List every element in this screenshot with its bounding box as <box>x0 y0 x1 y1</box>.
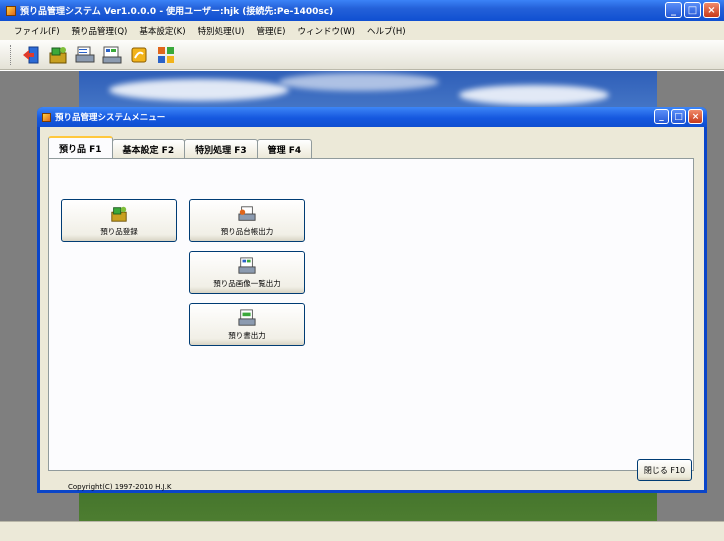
deposit-register-icon <box>111 206 127 222</box>
menu-window-body: 預り品 F1 基本設定 F2 特別処理 F3 管理 F4 預り品登録 預り品台帳… <box>40 127 704 491</box>
menu-deposit-management[interactable]: 預り品管理(Q) <box>72 25 128 37</box>
menu-help[interactable]: ヘルプ(H) <box>367 25 406 37</box>
toolbar-grip[interactable] <box>10 44 13 65</box>
menu-basic-settings[interactable]: 基本設定(K) <box>139 25 185 37</box>
deposit-register-button[interactable]: 預り品登録 <box>61 199 177 242</box>
receipt-output-label: 預り書出力 <box>228 330 266 340</box>
menu-window-title-bar: 預り品管理システムメニュー _ □ × <box>37 107 707 127</box>
tab-deposit[interactable]: 預り品 F1 <box>48 136 113 158</box>
tab-panel-deposit: 預り品登録 預り品台帳出力 預り品画像一覧出力 預り書出力 <box>48 158 694 471</box>
maximize-button[interactable]: □ <box>684 2 701 18</box>
close-button[interactable]: 閉じる F10 <box>637 459 692 481</box>
app-title: 預り品管理システム Ver1.0.0.0 - 使用ユーザー:hjk (接続先:P… <box>20 7 334 17</box>
minimize-button[interactable]: _ <box>665 2 682 18</box>
receipt-print-icon <box>238 308 256 326</box>
close-window-button[interactable]: × <box>703 2 720 18</box>
image-list-output-button[interactable]: 預り品画像一覧出力 <box>189 251 305 294</box>
menu-window: 預り品管理システムメニュー _ □ × 預り品 F1 基本設定 F2 特別処理 … <box>37 107 707 493</box>
tab-management[interactable]: 管理 F4 <box>256 139 313 158</box>
exit-icon[interactable] <box>19 43 43 67</box>
menu-bar: ファイル(F) 預り品管理(Q) 基本設定(K) 特別処理(U) 管理(E) ウ… <box>0 21 724 40</box>
copyright-text: Copyright(C) 1997-2010 H.J.K <box>68 483 172 491</box>
ledger-output-button[interactable]: 預り品台帳出力 <box>189 199 305 242</box>
menu-minimize-button[interactable]: _ <box>654 109 669 124</box>
image-list-output-label: 預り品画像一覧出力 <box>213 278 281 288</box>
menu-window-icon <box>42 112 51 122</box>
app-title-bar: 預り品管理システム Ver1.0.0.0 - 使用ユーザー:hjk (接続先:P… <box>0 0 724 21</box>
tab-strip: 預り品 F1 基本設定 F2 特別処理 F3 管理 F4 <box>48 136 313 158</box>
image-list-icon <box>238 256 256 274</box>
menu-window[interactable]: ウィンドウ(W) <box>297 25 355 37</box>
ledger-print-icon <box>238 205 256 221</box>
menu-management[interactable]: 管理(E) <box>256 25 285 37</box>
menu-close-window-button[interactable]: × <box>688 109 703 124</box>
settings-icon[interactable] <box>154 43 178 67</box>
deposit-register-label: 預り品登録 <box>100 226 138 236</box>
tab-basic-settings[interactable]: 基本設定 F2 <box>111 139 186 158</box>
menu-window-title: 預り品管理システムメニュー <box>55 113 166 123</box>
menu-maximize-button[interactable]: □ <box>671 109 686 124</box>
ledger-output-label: 預り品台帳出力 <box>220 226 274 236</box>
receipt-print-icon[interactable] <box>127 43 151 67</box>
menu-file[interactable]: ファイル(F) <box>14 25 60 37</box>
deposit-register-icon[interactable] <box>46 43 70 67</box>
receipt-output-button[interactable]: 預り書出力 <box>189 303 305 346</box>
menu-special-processing[interactable]: 特別処理(U) <box>198 25 245 37</box>
app-icon <box>6 5 16 16</box>
ledger-print-icon[interactable] <box>73 43 97 67</box>
toolbar <box>0 40 724 70</box>
status-bar <box>0 521 724 541</box>
tab-special-processing[interactable]: 特別処理 F3 <box>184 139 258 158</box>
image-list-icon[interactable] <box>100 43 124 67</box>
